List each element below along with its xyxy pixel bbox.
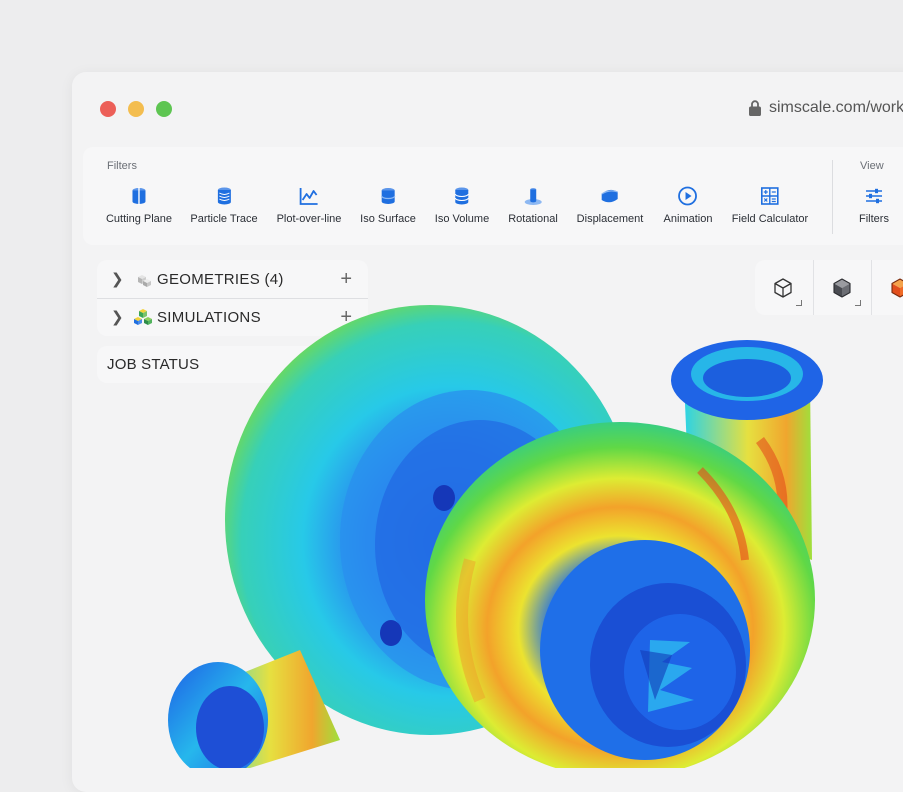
toolbar-divider [832,160,833,234]
view-options-corner [796,300,802,306]
geometries-label: GEOMETRIES (4) [157,270,284,288]
tool-view-filters[interactable]: Filters [859,185,889,225]
job-status-label: JOB STATUS [107,356,200,373]
job-status-panel[interactable]: JOB STATUS [97,346,368,383]
tool-iso-surface[interactable]: Iso Surface [360,185,416,225]
view-options-corner [855,300,861,306]
cutting-plane-icon [132,187,146,205]
iso-surface-icon [380,188,396,204]
tool-particle-trace[interactable]: Particle Trace [190,185,258,225]
plot-over-line-icon [300,188,318,205]
calculator-icon [761,187,779,205]
view-section-label: View [860,160,884,172]
simulations-label: SIMULATIONS [157,308,261,326]
colored-cube-icon [891,277,903,298]
tree-item-geometries[interactable]: ❯ GEOMETRIES (4) + [97,260,368,299]
app-window: simscale.com/work Filters Cutting Plane … [72,72,903,792]
tool-animation[interactable]: Animation [664,185,712,225]
filters-toolbar: Filters Cutting Plane Particle Trace Plo [83,147,903,245]
project-tree: ❯ GEOMETRIES (4) + ❯ SIMULATIONS + [97,260,368,336]
result-view-button[interactable] [871,260,903,315]
add-simulation-button[interactable]: + [340,306,352,329]
add-geometry-button[interactable]: + [340,268,352,291]
particle-trace-icon [217,187,231,205]
tree-item-simulations[interactable]: ❯ SIMULATIONS + [97,298,368,336]
chevron-right-icon[interactable]: ❯ [111,308,124,326]
solid-cube-icon [833,277,851,298]
iso-volume-icon [454,187,469,205]
minimize-window-button[interactable] [128,101,144,117]
tool-plot-over-line[interactable]: Plot-over-line [277,185,341,225]
tool-iso-volume[interactable]: Iso Volume [435,185,489,225]
tool-field-calculator[interactable]: Field Calculator [732,185,808,225]
maximize-window-button[interactable] [156,101,172,117]
wireframe-cube-icon [774,277,792,298]
tool-displacement[interactable]: Displacement [577,185,643,225]
sliders-icon [865,188,882,204]
lock-icon [749,100,761,116]
wireframe-view-button[interactable] [755,260,811,315]
close-window-button[interactable] [100,101,116,117]
play-icon [678,186,698,206]
displacement-icon [601,189,619,203]
geometries-icon [138,275,151,287]
url-text: simscale.com/work [769,99,903,116]
address-bar[interactable]: simscale.com/work [748,99,903,117]
rotational-icon [524,188,542,205]
solid-view-button[interactable] [813,260,870,315]
tool-cutting-plane[interactable]: Cutting Plane [106,185,172,225]
chevron-right-icon[interactable]: ❯ [111,270,124,288]
simulations-icon [134,309,152,325]
tool-rotational[interactable]: Rotational [508,185,558,225]
filters-section-label: Filters [107,160,137,172]
view-cube-toolbar [755,260,903,315]
